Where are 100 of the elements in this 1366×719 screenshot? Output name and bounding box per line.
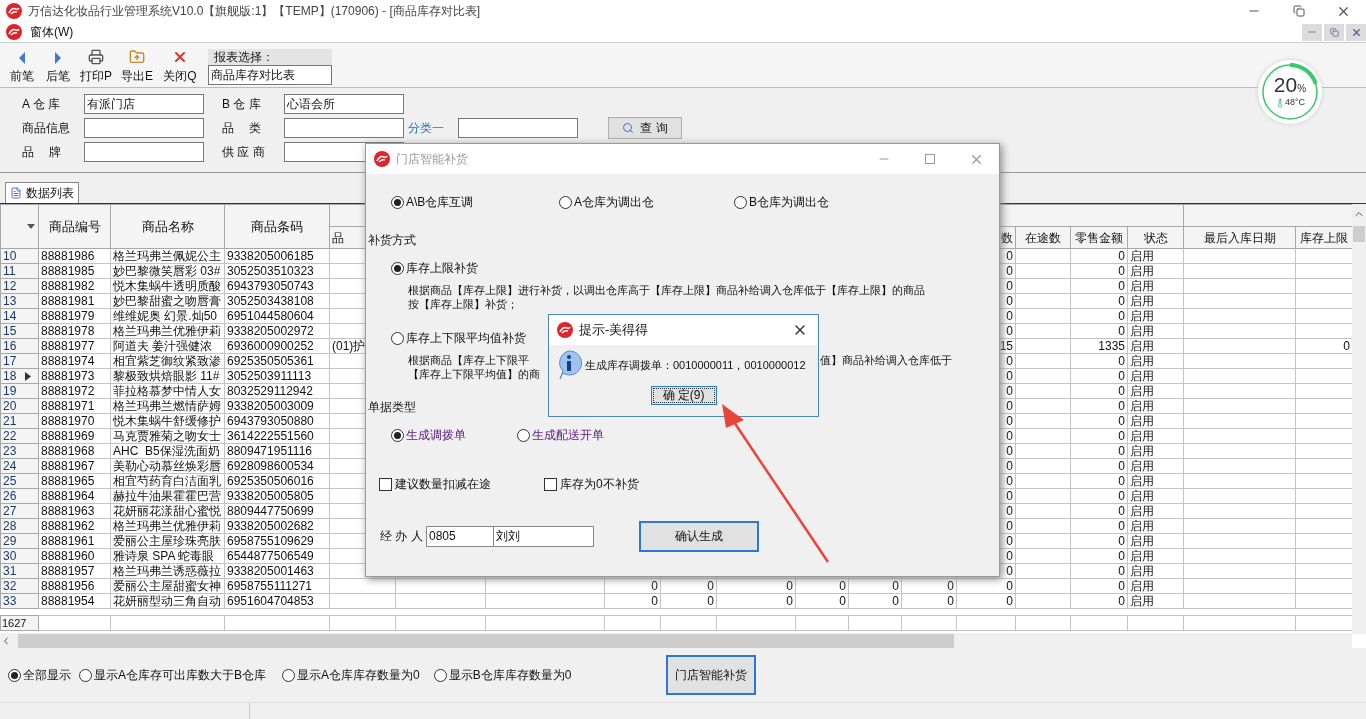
table-cell: 启用 (1127, 458, 1184, 474)
table-cell: 启用 (1127, 593, 1184, 609)
close-icon (1350, 26, 1362, 38)
description-text: 按【库存上限】补货； (408, 298, 518, 310)
table-cell: 0 (1070, 413, 1128, 429)
input-field[interactable]: 刘刘 (494, 525, 594, 547)
table-cell: 88881978 (38, 323, 111, 339)
table-cell: 格兰玛弗兰诱惑薇拉 (110, 563, 225, 579)
input-field[interactable] (84, 118, 204, 138)
table-cell: 88881969 (38, 428, 111, 444)
table-cell: 6958755111271 (224, 578, 330, 594)
tab[interactable]: 数据列表 (5, 182, 79, 203)
table-cell: 维维妮奥 幻景.灿50 (110, 308, 225, 324)
confirm-button[interactable]: 确认生成 (639, 520, 759, 552)
toolbar-button[interactable]: 前笔 (4, 45, 40, 85)
table-cell: 0 (1070, 398, 1128, 414)
checkbox[interactable]: 库存为0不补货 (544, 475, 709, 493)
message-text: 生成库存调拨单：0010000011，0010000012 (585, 357, 806, 373)
radio-button[interactable]: 全部显示 (8, 666, 71, 684)
table-cell: 9338205006185 (224, 248, 330, 264)
table-cell: 格兰玛弗兰佩妮公主 (110, 248, 225, 264)
toolbar-button[interactable]: 关闭Q (158, 45, 202, 85)
table-cell: 88881979 (38, 308, 111, 324)
scrollbar-thumb[interactable] (18, 633, 954, 648)
field-label: 品 类 (222, 120, 263, 137)
table-cell: 0 (1070, 293, 1128, 309)
report-field[interactable]: 商品库存对比表 (208, 65, 332, 85)
restore-button[interactable] (1324, 23, 1344, 41)
section-label: 单据类型 (367, 399, 417, 414)
column-header[interactable]: 商品编号 (38, 204, 111, 249)
input-field[interactable]: 心语会所 (284, 94, 404, 114)
menu-item[interactable]: 窗体(W) (30, 23, 74, 41)
table-cell: 0 (1070, 443, 1128, 459)
input-field[interactable] (458, 118, 578, 138)
table-cell: 88881974 (38, 353, 111, 369)
table-cell: 启用 (1127, 338, 1184, 354)
radio-button[interactable]: A仓库为调出仓 (559, 193, 734, 211)
toolbar-button[interactable]: 打印P (76, 45, 116, 85)
scrollbar-thumb[interactable] (1353, 226, 1365, 242)
table-cell: 88881954 (38, 593, 111, 609)
input-field[interactable]: 0805 (426, 525, 494, 547)
minimize-button[interactable] (1302, 23, 1322, 41)
table-cell: 启用 (1127, 443, 1184, 459)
query-button[interactable]: 查 询 (608, 117, 682, 139)
toolbar-button[interactable]: 后笔 (40, 45, 76, 85)
table-cell: 0 (795, 593, 849, 609)
input-field[interactable]: 有派门店 (84, 94, 204, 114)
maximize-icon (925, 154, 935, 164)
table-cell: 1335 (1070, 338, 1128, 354)
table-cell: 6925350505361 (224, 353, 330, 369)
column-header[interactable]: 商品名称 (110, 204, 225, 249)
table-cell: 启用 (1127, 293, 1184, 309)
radio-button[interactable]: 生成调拨单 (391, 426, 517, 444)
table-cell: 88881968 (38, 443, 111, 459)
table-cell: 启用 (1127, 323, 1184, 339)
table-cell: 88881962 (38, 518, 111, 534)
radio-button[interactable]: B仓库为调出仓 (734, 193, 909, 211)
restore-icon (1329, 27, 1339, 37)
table-cell: 88881961 (38, 533, 111, 549)
table-cell: 0 (660, 578, 717, 594)
vertical-scrollbar[interactable] (1352, 204, 1366, 634)
table-cell: 格兰玛弗兰优雅伊莉 (110, 518, 225, 534)
table-cell: 0 (1070, 248, 1128, 264)
category-link[interactable]: 分类一 (408, 119, 458, 137)
table-cell: 菲拉格慕梦中情人女 (110, 383, 225, 399)
table-cell: 相宜紫芝御纹紧致渗 (110, 353, 225, 369)
radio-button[interactable]: 库存上限补货 (391, 260, 478, 276)
table-cell: 88881977 (38, 338, 111, 354)
table-cell: 88881971 (38, 398, 111, 414)
radio-button[interactable]: 生成配送开单 (517, 426, 643, 444)
radio-button[interactable]: 显示B仓库库存数量为0 (433, 666, 572, 684)
column-header[interactable]: 商品条码 (224, 204, 330, 249)
replenish-button[interactable]: 门店智能补货 (666, 655, 756, 695)
table-cell: 0 (604, 593, 661, 609)
table-cell: 0 (1070, 488, 1128, 504)
checkbox[interactable]: 建议数量扣减在途 (379, 475, 544, 493)
table-cell: 0 (848, 578, 902, 594)
radio-button[interactable]: 显示A仓库存可出库数大于B仓库 (79, 666, 266, 684)
table-cell: 悦木集蜗牛舒缓修护 (110, 413, 225, 429)
row-count: 1627 (0, 615, 39, 631)
horizontal-scrollbar[interactable] (0, 633, 1352, 648)
dialog-title: 门店智能补货 (396, 151, 468, 168)
input-field[interactable] (84, 142, 204, 162)
radio-button[interactable]: 显示A仓库库存数量为0 (282, 666, 420, 684)
table-cell: 3052503510323 (224, 263, 330, 279)
ok-button[interactable]: 确 定(9) (650, 386, 717, 405)
table-cell: 3052503438108 (224, 293, 330, 309)
table-cell: 6928098600534 (224, 458, 330, 474)
radio-button[interactable]: A\B仓库互调 (391, 193, 559, 211)
table-cell: 6951044580604 (224, 308, 330, 324)
table-cell: 9338205002682 (224, 518, 330, 534)
dropdown-icon (27, 224, 35, 229)
table-cell: 0 (1070, 323, 1128, 339)
input-field[interactable] (284, 118, 404, 138)
table-cell: 0 (1070, 533, 1128, 549)
close-button[interactable] (1346, 23, 1366, 41)
toolbar-button[interactable]: 导出E (116, 45, 158, 85)
table-cell: 启用 (1127, 428, 1184, 444)
table-cell: 启用 (1127, 368, 1184, 384)
description-text: 【库存上下限平均值】的商 (408, 368, 540, 380)
